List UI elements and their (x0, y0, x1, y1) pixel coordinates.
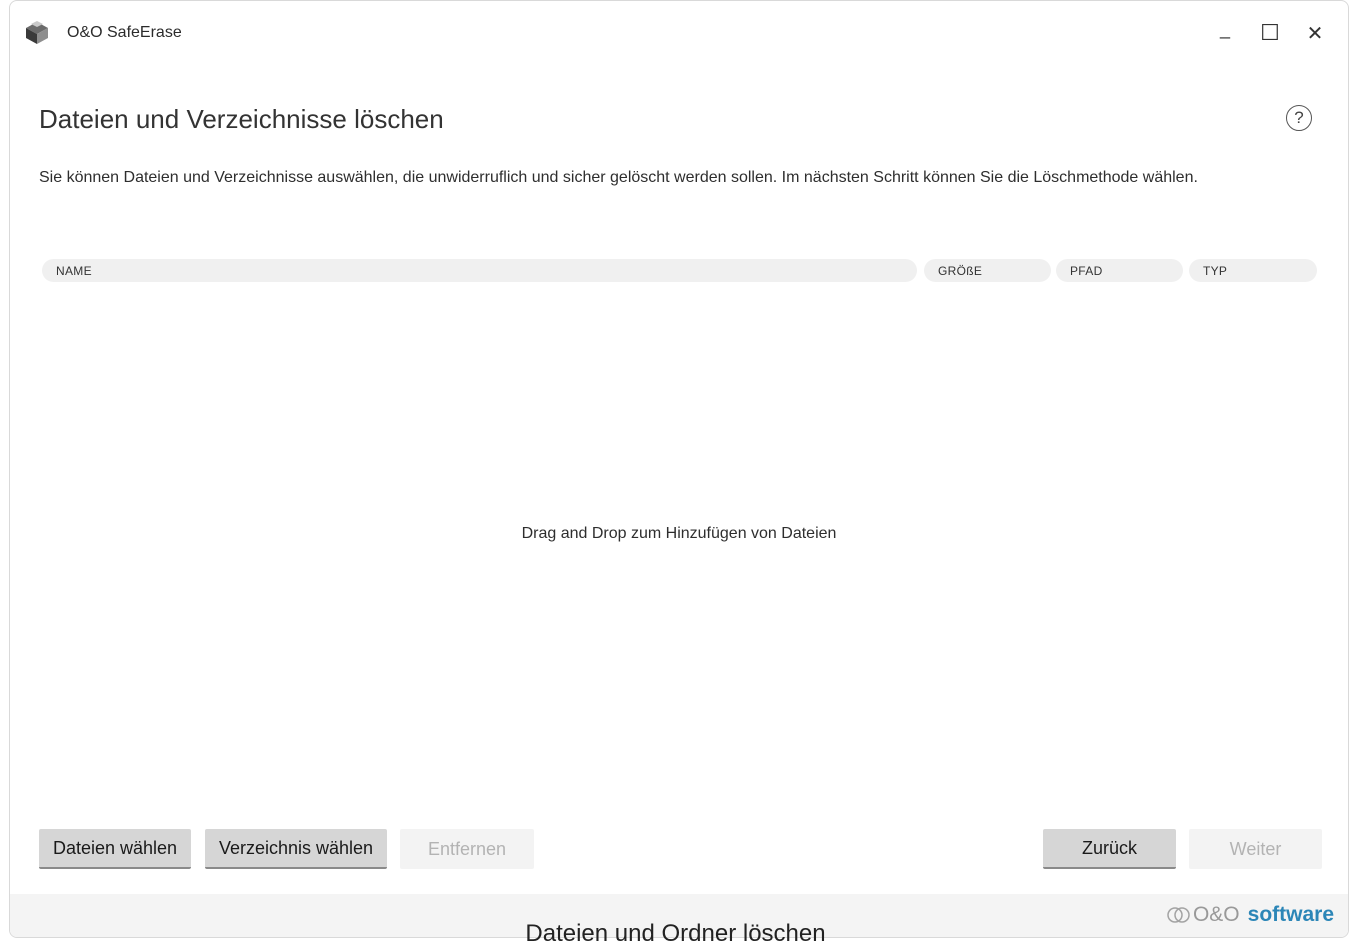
window-title: O&O SafeErase (67, 24, 182, 41)
page-title: Dateien und Verzeichnisse löschen (39, 104, 444, 134)
maximize-button[interactable]: ☐ (1250, 15, 1290, 51)
minimize-icon: _ (1219, 18, 1230, 39)
column-header-path[interactable]: PFAD (1056, 259, 1183, 282)
remove-button[interactable]: Entfernen (400, 829, 534, 869)
close-button[interactable]: ✕ (1295, 15, 1335, 51)
choose-folder-button[interactable]: Verzeichnis wählen (205, 829, 387, 869)
safeerase-app-icon (26, 21, 48, 44)
close-icon: ✕ (1306, 22, 1324, 45)
column-header-type[interactable]: TYP (1189, 259, 1317, 282)
column-header-name[interactable]: NAME (42, 259, 917, 282)
drop-zone-hint: Drag and Drop zum Hinzufügen von Dateien (521, 525, 837, 542)
choose-files-button[interactable]: Dateien wählen (39, 829, 191, 869)
file-list-drop-zone[interactable] (42, 291, 1317, 816)
app-window: O&O SafeErase _ ☐ ✕ Dateien und Verzeich… (9, 0, 1349, 938)
column-header-size[interactable]: GRÖßE (924, 259, 1051, 282)
minimize-button[interactable]: _ (1205, 15, 1245, 51)
help-icon: ? (1294, 108, 1304, 127)
next-button[interactable]: Weiter (1189, 829, 1322, 869)
title-bar: O&O SafeErase _ ☐ ✕ (10, 1, 1348, 65)
maximize-icon: ☐ (1260, 20, 1280, 45)
page-description: Sie können Dateien und Verzeichnisse aus… (39, 169, 1198, 186)
window-caption: Dateien und Ordner löschen (525, 920, 826, 947)
back-button[interactable]: Zurück (1043, 829, 1176, 869)
help-button[interactable]: ? (1286, 105, 1312, 131)
